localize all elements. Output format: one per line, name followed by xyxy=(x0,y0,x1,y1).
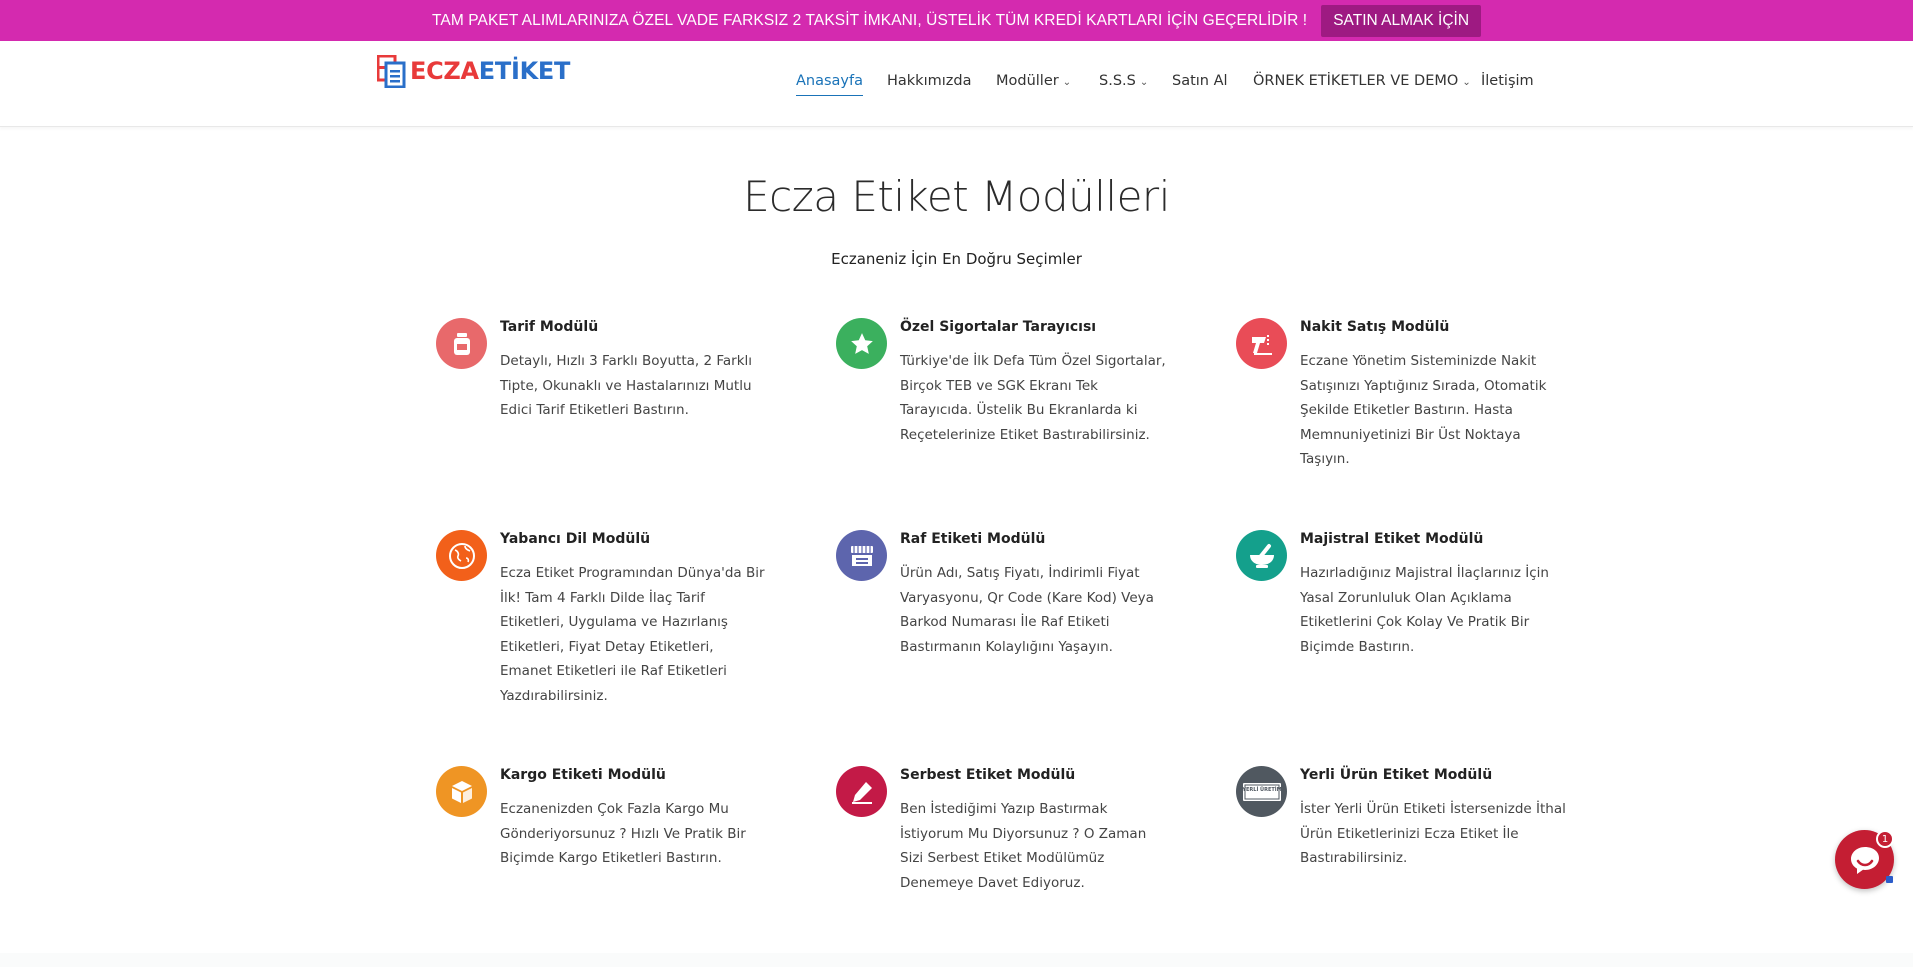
chevron-down-icon: ⌄ xyxy=(1062,77,1072,88)
page-title: Ecza Etiket Modülleri xyxy=(743,172,1170,221)
feature-title: Tarif Modülü xyxy=(500,319,599,335)
logo-mark-icon xyxy=(377,54,406,88)
svg-text:YERLİ ÜRETİM: YERLİ ÜRETİM xyxy=(1241,786,1281,793)
feature-description: Ben İstediğimi Yazıp Bastırmak İstiyorum… xyxy=(900,801,1147,891)
medicine-bottle-icon xyxy=(436,318,487,369)
feature-title: Kargo Etiketi Modülü xyxy=(500,767,666,783)
feature-title: Nakit Satış Modülü xyxy=(1300,319,1450,335)
star-icon xyxy=(836,318,887,369)
nav-item-hakkimizda[interactable]: Hakkımızda xyxy=(887,73,971,89)
globe-icon xyxy=(436,530,487,581)
chat-bubble-icon xyxy=(1850,846,1879,874)
nav-item-moduller[interactable]: Modüller ⌄ xyxy=(996,73,1071,89)
feature-title: Yerli Ürün Etiket Modülü xyxy=(1300,767,1493,783)
feature-description: Eczane Yönetim Sisteminizde Nakit Satışı… xyxy=(1300,353,1547,468)
feature-description: Eczanenizden Çok Fazla Kargo Mu Gönderiy… xyxy=(500,801,746,867)
feature-description: İster Yerli Ürün Etiketi İstersenizde İt… xyxy=(1300,801,1566,867)
nav-item-ornek-etiketler[interactable]: ÖRNEK ETİKETLER VE DEMO ⌄ xyxy=(1253,73,1471,89)
feature-description: Türkiye'de İlk Defa Tüm Özel Sigortalar,… xyxy=(900,353,1166,443)
chevron-down-icon: ⌄ xyxy=(1139,77,1149,88)
label-gun-icon xyxy=(1236,318,1287,369)
feature-description: Ürün Adı, Satış Fiyatı, İndirimli Fiyat … xyxy=(900,565,1154,655)
site-header: ECZAETİKET Anasayfa Hakkımızda Modüller ⌄… xyxy=(0,41,1913,127)
nav-item-iletisim[interactable]: İletişim xyxy=(1481,73,1534,89)
package-box-icon xyxy=(436,766,487,817)
promo-text: TAM PAKET ALIMLARINIZA ÖZEL VADE FARKSIZ… xyxy=(431,11,1308,29)
feature-title: Serbest Etiket Modülü xyxy=(900,767,1076,783)
chevron-down-icon: ⌄ xyxy=(1462,77,1471,88)
nav-item-satin-al[interactable]: Satın Al xyxy=(1172,73,1228,89)
feature-title: Özel Sigortalar Tarayıcısı xyxy=(900,319,1097,335)
mortar-pestle-icon xyxy=(1236,530,1287,581)
nav-item-sss[interactable]: S.S.S ⌄ xyxy=(1099,73,1148,89)
feature-title: Majistral Etiket Modülü xyxy=(1300,531,1484,547)
feature-description: Ecza Etiket Programından Dünya'da Bir İl… xyxy=(500,565,765,704)
feature-description: Detaylı, Hızlı 3 Farklı Boyutta, 2 Farkl… xyxy=(500,353,753,419)
feature-title: Raf Etiketi Modülü xyxy=(900,531,1046,547)
pencil-icon xyxy=(836,766,887,817)
footer-band xyxy=(0,953,1913,967)
feature-title: Yabancı Dil Modülü xyxy=(500,531,651,547)
nav-item-anasayfa[interactable]: Anasayfa xyxy=(796,73,864,96)
promo-banner: TAM PAKET ALIMLARINIZA ÖZEL VADE FARKSIZ… xyxy=(0,0,1913,41)
chat-notification-badge: 1 xyxy=(1876,830,1894,848)
site-logo[interactable]: ECZAETİKET xyxy=(377,53,570,89)
shop-shelf-icon xyxy=(836,530,887,581)
chat-corner-marker xyxy=(1886,876,1893,883)
logo-text: ECZAETİKET xyxy=(410,57,571,85)
local-product-badge-icon: YERLİ ÜRETİM xyxy=(1236,766,1287,817)
page-subtitle: Eczaneniz İçin En Doğru Seçimler xyxy=(831,250,1082,268)
buy-now-button[interactable]: SATIN ALMAK İÇİN xyxy=(1321,4,1482,37)
feature-description: Hazırladığınız Majistral İlaçlarınız İçi… xyxy=(1300,565,1549,655)
